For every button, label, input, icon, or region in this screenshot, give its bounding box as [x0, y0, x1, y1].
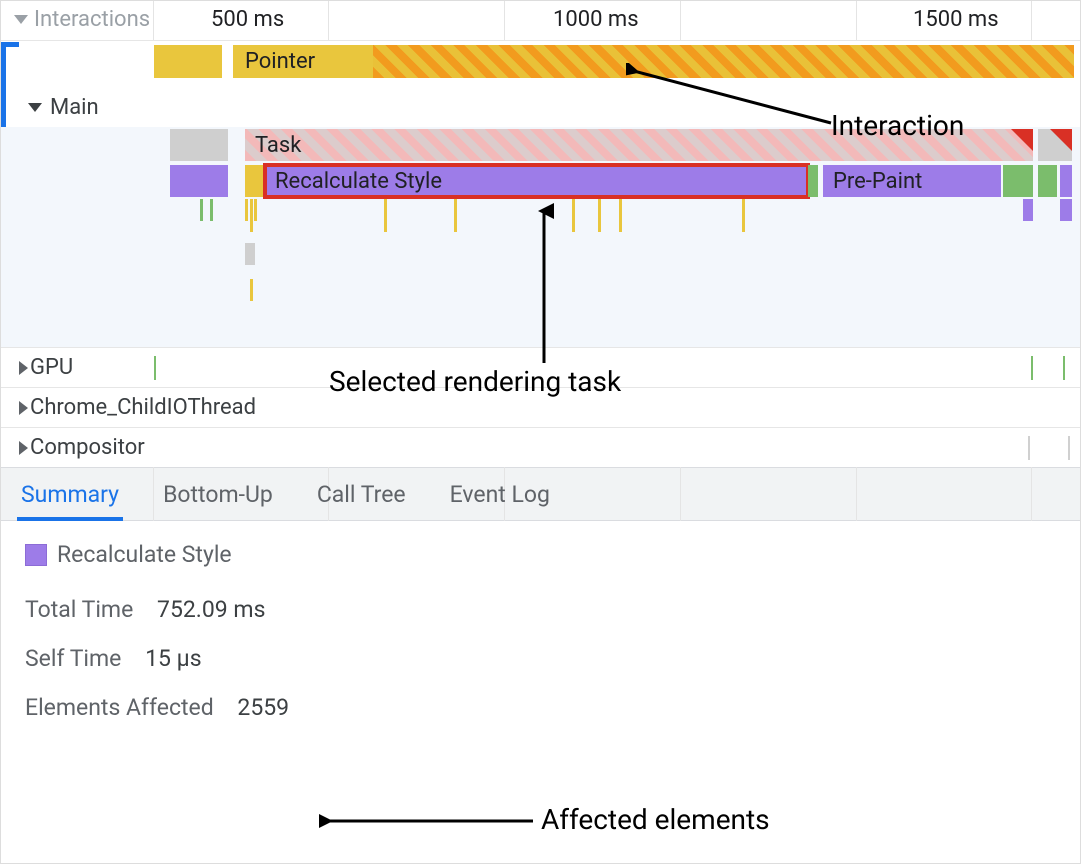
- main-flame-chart[interactable]: Task Recalculate Style Pre-Paint: [1, 127, 1080, 347]
- event-tick[interactable]: [250, 199, 253, 232]
- event-bar[interactable]: [1060, 199, 1072, 221]
- ruler-mark: 1000 ms: [553, 7, 639, 32]
- event-tick[interactable]: [245, 199, 248, 221]
- compositor-label: Compositor: [30, 435, 145, 460]
- total-time-label: Total Time: [25, 596, 133, 623]
- event-tick[interactable]: [572, 199, 575, 232]
- event-tick[interactable]: [619, 199, 622, 232]
- event-bar[interactable]: [808, 165, 818, 197]
- task-bar[interactable]: [1038, 129, 1072, 161]
- elements-affected-value: 2559: [237, 694, 289, 721]
- task-bar[interactable]: [170, 129, 228, 161]
- event-bar[interactable]: [1023, 199, 1033, 221]
- compositor-track-toggle[interactable]: Compositor: [1, 427, 1080, 467]
- total-time-value: 752.09 ms: [157, 596, 265, 623]
- self-time-label: Self Time: [25, 645, 121, 672]
- event-tick[interactable]: [454, 199, 457, 232]
- task-label: Task: [255, 133, 301, 158]
- annotation-arrow: [319, 811, 539, 831]
- recalculate-style-bar[interactable]: Recalculate Style: [265, 165, 808, 197]
- tab-bottom-up[interactable]: Bottom-Up: [163, 468, 273, 520]
- event-tick[interactable]: [210, 199, 213, 221]
- event-tick[interactable]: [742, 199, 745, 232]
- interactions-track[interactable]: Pointer: [1, 41, 1080, 87]
- event-tick[interactable]: [254, 199, 257, 221]
- chevron-right-icon: [19, 401, 28, 415]
- event-tick[interactable]: [598, 199, 601, 232]
- event-bar[interactable]: [170, 165, 228, 197]
- pointer-event-bar[interactable]: Pointer: [233, 45, 373, 78]
- pointer-event-bar[interactable]: [154, 45, 222, 78]
- annotation-text: Affected elements: [541, 803, 770, 836]
- event-tick[interactable]: [250, 279, 253, 301]
- gpu-label: GPU: [30, 355, 73, 380]
- childio-label: Chrome_ChildIOThread: [30, 395, 256, 420]
- event-tick[interactable]: [154, 356, 156, 380]
- tab-event-log[interactable]: Event Log: [450, 468, 550, 520]
- event-bar[interactable]: [1060, 165, 1072, 197]
- self-time-value: 15 µs: [145, 645, 201, 672]
- summary-panel: Recalculate Style Total Time 752.09 ms S…: [1, 521, 1080, 763]
- event-color-swatch: [25, 544, 47, 566]
- summary-event-name: Recalculate Style: [57, 541, 232, 568]
- event-tick[interactable]: [1031, 356, 1033, 380]
- chevron-down-icon: [28, 103, 42, 112]
- main-thread-toggle[interactable]: Main: [1, 87, 1080, 127]
- event-bar[interactable]: [245, 165, 263, 197]
- timeline-ruler: Interactions 500 ms 1000 ms 1500 ms: [1, 1, 1080, 41]
- details-tabs: Summary Bottom-Up Call Tree Event Log: [1, 467, 1080, 521]
- childio-track-toggle[interactable]: Chrome_ChildIOThread: [1, 387, 1080, 427]
- recalc-label: Recalculate Style: [275, 169, 442, 194]
- pointer-event-long[interactable]: [373, 45, 1074, 78]
- event-tick[interactable]: [1028, 436, 1030, 460]
- task-long-bar[interactable]: Task: [245, 129, 1033, 161]
- event-tick[interactable]: [1063, 356, 1065, 380]
- event-bar[interactable]: [1038, 165, 1057, 197]
- pointer-event-label: Pointer: [245, 49, 315, 74]
- tab-summary[interactable]: Summary: [21, 468, 119, 520]
- prepaint-label: Pre-Paint: [833, 169, 922, 194]
- event-bar[interactable]: [1003, 165, 1033, 197]
- event-bar[interactable]: [245, 243, 255, 265]
- long-task-warning-icon: [1011, 129, 1033, 151]
- event-tick[interactable]: [384, 199, 387, 232]
- ruler-mark: 1500 ms: [913, 7, 999, 32]
- main-thread-label: Main: [50, 95, 99, 120]
- tab-call-tree[interactable]: Call Tree: [317, 468, 406, 520]
- chevron-right-icon: [19, 441, 28, 455]
- long-task-warning-icon: [1050, 129, 1072, 151]
- ruler-mark: 500 ms: [211, 7, 284, 32]
- event-tick[interactable]: [1068, 436, 1070, 460]
- elements-affected-label: Elements Affected: [25, 694, 214, 721]
- gpu-track-toggle[interactable]: GPU: [1, 347, 1080, 387]
- chevron-right-icon: [19, 361, 28, 375]
- pre-paint-bar[interactable]: Pre-Paint: [823, 165, 1001, 197]
- event-tick[interactable]: [200, 199, 203, 221]
